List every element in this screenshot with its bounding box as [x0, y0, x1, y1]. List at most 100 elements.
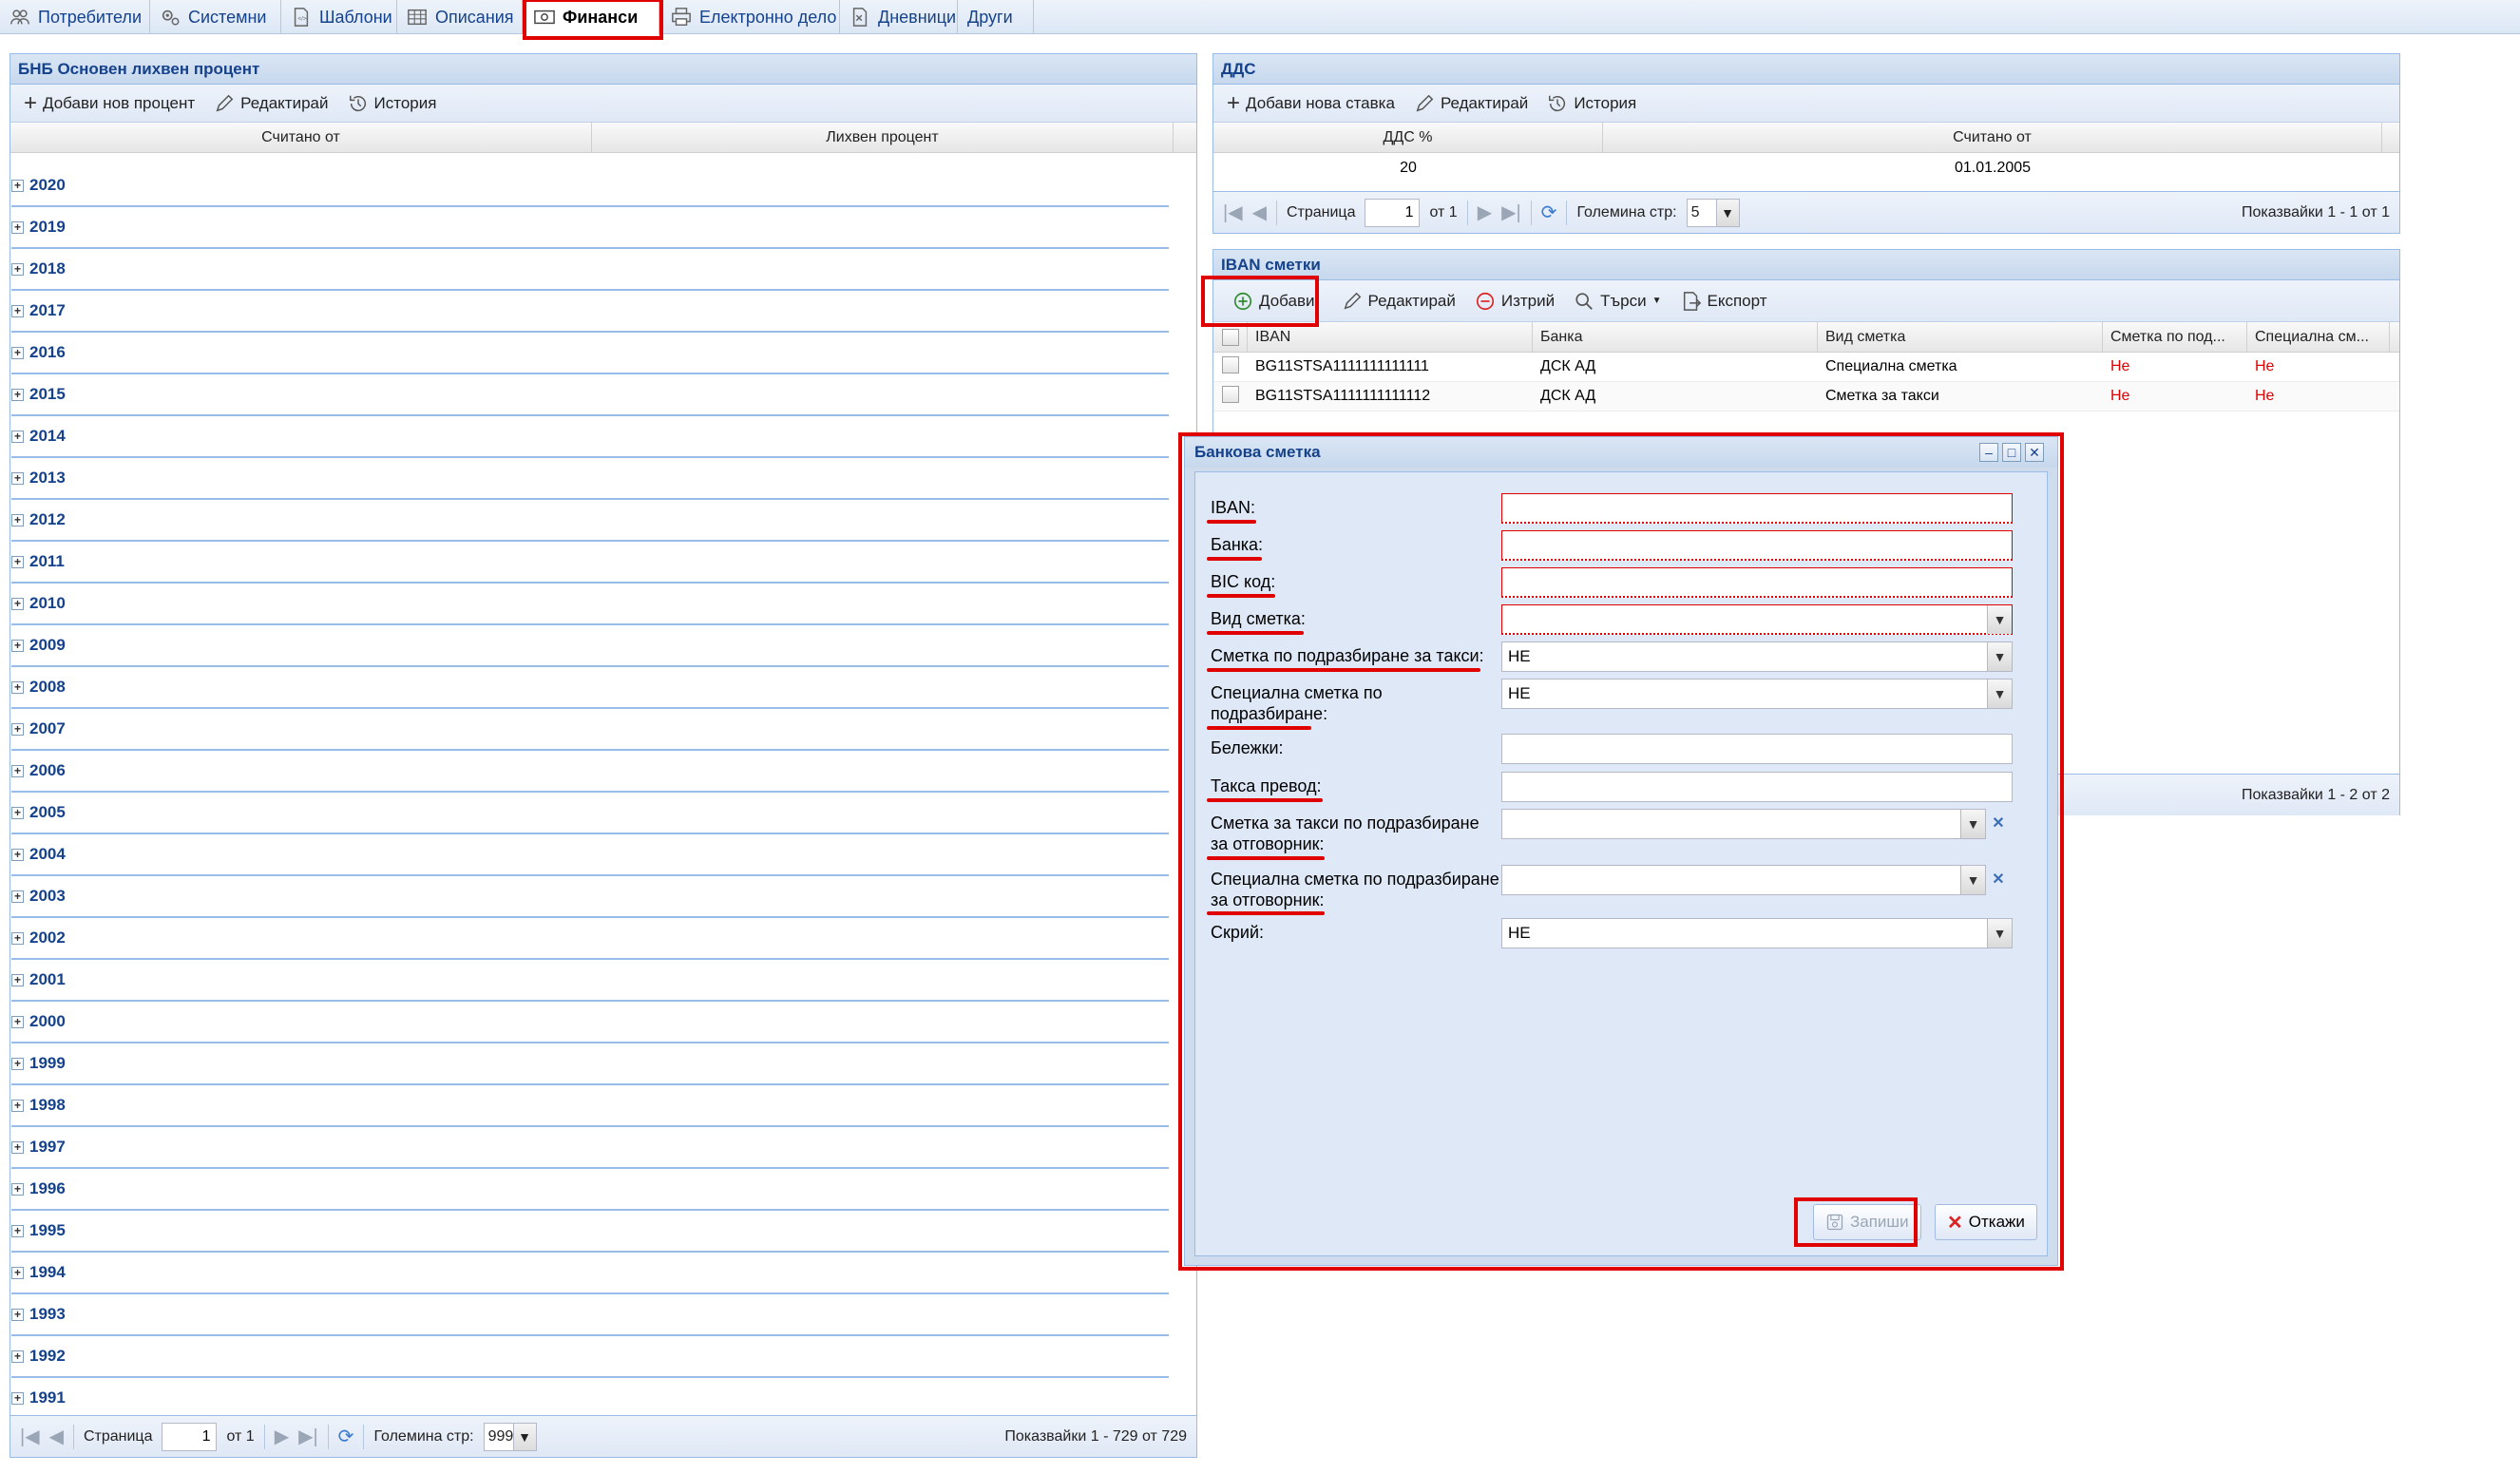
tab-other[interactable]: Други	[958, 0, 1034, 34]
page-number-input[interactable]	[1365, 198, 1421, 227]
expand-icon[interactable]: +	[11, 304, 24, 317]
expand-icon[interactable]: +	[11, 890, 24, 903]
expand-icon[interactable]: +	[11, 722, 24, 736]
first-page-icon[interactable]: |◀	[20, 1425, 40, 1448]
expand-icon[interactable]: +	[11, 430, 24, 443]
next-page-icon[interactable]: ▶	[275, 1425, 289, 1448]
export-iban-button[interactable]: Експорт	[1675, 289, 1773, 314]
year-group-row[interactable]: +1993	[11, 1294, 1169, 1336]
expand-icon[interactable]: +	[11, 513, 24, 526]
refresh-icon[interactable]: ⟳	[1541, 201, 1557, 224]
chevron-down-icon[interactable]: ▼	[1960, 866, 1985, 894]
expand-icon[interactable]: +	[11, 471, 24, 485]
search-iban-button[interactable]: Търси ▼	[1568, 289, 1667, 314]
year-group-row[interactable]: +1995	[11, 1211, 1169, 1253]
year-group-row[interactable]: +2004	[11, 834, 1169, 876]
table-row[interactable]: 20 01.01.2005	[1213, 153, 2399, 182]
notes-input[interactable]	[1501, 734, 2013, 764]
expand-icon[interactable]: +	[11, 220, 24, 234]
expand-icon[interactable]: +	[11, 1182, 24, 1196]
year-group-row[interactable]: +2002	[11, 918, 1169, 960]
history-vat-button[interactable]: История	[1541, 91, 1642, 116]
year-group-row[interactable]: +2010	[11, 584, 1169, 625]
expand-icon[interactable]: +	[11, 388, 24, 401]
cancel-button[interactable]: ✕ Откажи	[1935, 1204, 2037, 1240]
column-account-type[interactable]: Вид сметка	[1818, 322, 2103, 352]
minimize-icon[interactable]: –	[1979, 443, 1998, 462]
expand-icon[interactable]: +	[11, 1099, 24, 1112]
column-effective-from[interactable]: Считано от	[10, 123, 592, 152]
last-page-icon[interactable]: ▶|	[298, 1425, 318, 1448]
bic-input[interactable]	[1501, 567, 2013, 598]
row-checkbox[interactable]	[1213, 385, 1248, 408]
column-vat-percent[interactable]: ДДС %	[1213, 123, 1603, 152]
add-iban-button[interactable]: Добави	[1227, 289, 1321, 314]
default-fee-account-select[interactable]: НЕ ▼	[1501, 641, 2013, 672]
account-type-select[interactable]: ▼	[1501, 604, 2013, 635]
chevron-down-icon[interactable]: ▼	[1987, 680, 2012, 708]
hide-select[interactable]: НЕ ▼	[1501, 918, 2013, 948]
tab-finance[interactable]: Финанси	[525, 0, 659, 34]
column-default-fee-account[interactable]: Сметка по под...	[2103, 322, 2247, 352]
prev-page-icon[interactable]: ◀	[49, 1425, 64, 1448]
column-special-account[interactable]: Специална см...	[2247, 322, 2390, 352]
refresh-icon[interactable]: ⟳	[338, 1425, 354, 1448]
year-group-row[interactable]: +1997	[11, 1127, 1169, 1169]
expand-icon[interactable]: +	[11, 1350, 24, 1363]
year-group-row[interactable]: +2001	[11, 960, 1169, 1002]
column-bank[interactable]: Банка	[1533, 322, 1818, 352]
expand-icon[interactable]: +	[11, 555, 24, 568]
expand-icon[interactable]: +	[11, 1224, 24, 1237]
default-special-account-select[interactable]: НЕ ▼	[1501, 679, 2013, 709]
history-rate-button[interactable]: История	[342, 91, 443, 116]
bank-input[interactable]	[1501, 530, 2013, 561]
edit-rate-button[interactable]: Редактирай	[208, 91, 334, 116]
default-fee-account-defendant-select[interactable]: ▼	[1501, 809, 1986, 839]
edit-vat-button[interactable]: Редактирай	[1408, 91, 1534, 116]
table-row[interactable]: BG11STSA1111111111111 ДСК АД Специална с…	[1213, 353, 2399, 382]
expand-icon[interactable]: +	[11, 346, 24, 359]
tab-descriptions[interactable]: Описания	[397, 0, 523, 34]
expand-icon[interactable]: +	[11, 973, 24, 986]
next-page-icon[interactable]: ▶	[1478, 201, 1492, 224]
page-size-select[interactable]: 999 ▼	[483, 1422, 537, 1451]
clear-icon[interactable]: ✕	[1986, 865, 2011, 895]
close-icon[interactable]: ✕	[2025, 443, 2044, 462]
expand-icon[interactable]: +	[11, 1140, 24, 1154]
expand-icon[interactable]: +	[11, 1308, 24, 1321]
delete-iban-button[interactable]: Изтрий	[1469, 289, 1560, 314]
chevron-down-icon[interactable]: ▼	[1960, 810, 1985, 838]
year-group-row[interactable]: +2009	[11, 625, 1169, 667]
first-page-icon[interactable]: |◀	[1223, 201, 1243, 224]
expand-icon[interactable]: +	[11, 1015, 24, 1028]
expand-icon[interactable]: +	[11, 179, 24, 192]
last-page-icon[interactable]: ▶|	[1501, 201, 1521, 224]
chevron-down-icon[interactable]: ▼	[1987, 605, 2012, 634]
column-iban[interactable]: IBAN	[1248, 322, 1533, 352]
year-group-row[interactable]: +2012	[11, 500, 1169, 542]
select-all-checkbox[interactable]	[1213, 322, 1248, 352]
expand-icon[interactable]: +	[11, 1266, 24, 1279]
expand-icon[interactable]: +	[11, 764, 24, 777]
transfer-fee-input[interactable]	[1501, 772, 2013, 802]
add-rate-button[interactable]: + Добави нов процент	[18, 91, 200, 115]
year-group-row[interactable]: +1999	[11, 1043, 1169, 1085]
expand-icon[interactable]: +	[11, 806, 24, 819]
year-group-row[interactable]: +2019	[11, 207, 1169, 249]
expand-icon[interactable]: +	[11, 262, 24, 276]
chevron-down-icon[interactable]: ▼	[1987, 642, 2012, 671]
year-group-row[interactable]: +2003	[11, 876, 1169, 918]
year-group-row[interactable]: +2005	[11, 793, 1169, 834]
expand-icon[interactable]: +	[11, 1391, 24, 1405]
page-number-input[interactable]	[162, 1422, 218, 1451]
tab-templates[interactable]: </> Шаблони	[281, 0, 397, 34]
year-group-row[interactable]: +2014	[11, 416, 1169, 458]
add-vat-rate-button[interactable]: + Добави нова ставка	[1221, 91, 1401, 115]
iban-input[interactable]	[1501, 493, 2013, 524]
expand-icon[interactable]: +	[11, 597, 24, 610]
year-group-row[interactable]: +2015	[11, 374, 1169, 416]
table-row[interactable]: BG11STSA1111111111112 ДСК АД Сметка за т…	[1213, 382, 2399, 412]
tab-electronic-case[interactable]: Електронно дело	[661, 0, 840, 34]
year-group-row[interactable]: +2008	[11, 667, 1169, 709]
year-group-row[interactable]: +2016	[11, 333, 1169, 374]
